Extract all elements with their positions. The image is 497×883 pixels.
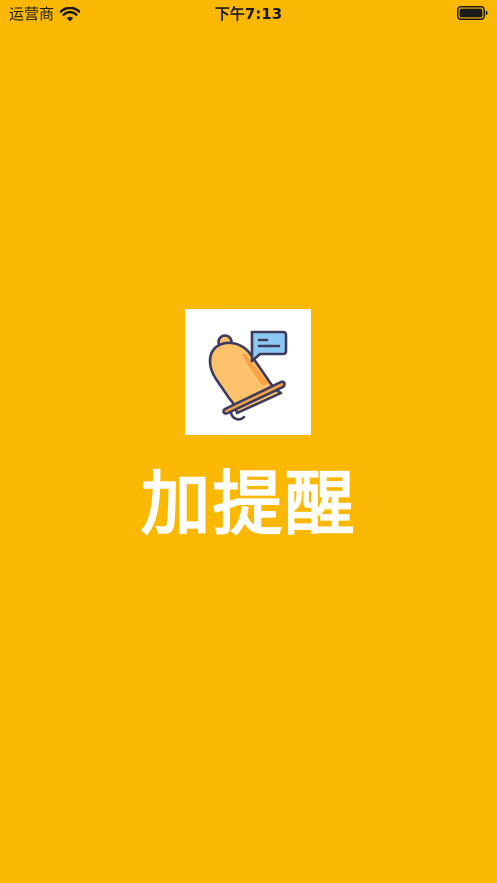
status-time: 下午7:13 [214, 5, 283, 23]
status-bar: 运营商 下午7:13 [0, 0, 497, 30]
app-icon [185, 309, 311, 435]
battery-icon [457, 6, 488, 20]
bell-with-chat-bubble-icon [208, 330, 288, 421]
app-name: 加提醒 [140, 463, 357, 545]
